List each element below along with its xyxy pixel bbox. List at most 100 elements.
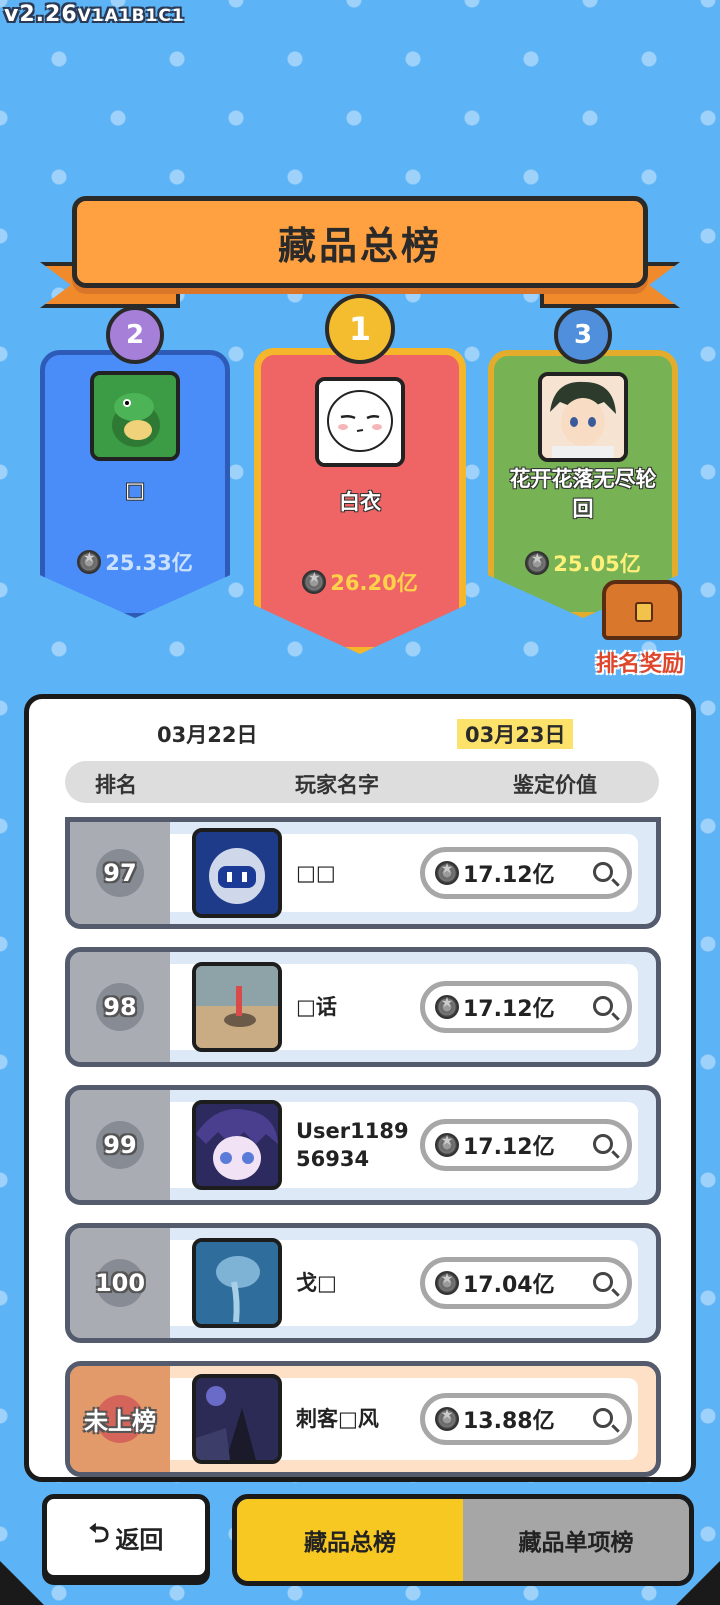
value-pill[interactable]: 17.04亿 xyxy=(420,1257,632,1309)
page-title: 藏品总榜 xyxy=(277,223,442,268)
coin-icon xyxy=(435,1407,459,1431)
coin-icon xyxy=(77,550,102,574)
ranking-list[interactable]: 97 □□ 17.12亿 98 xyxy=(65,817,661,1477)
tab-single-board[interactable]: 藏品单项榜 xyxy=(463,1499,689,1581)
rank-two-medal-icon: 2 xyxy=(106,306,164,364)
rank-reward-button[interactable]: 排名奖励 xyxy=(596,646,684,678)
value-amount: 17.12亿 xyxy=(463,1135,555,1160)
rank-number: 99 xyxy=(103,1131,137,1159)
coin-icon xyxy=(435,861,459,885)
rank-three-medal-icon: 3 xyxy=(554,306,612,364)
rank-cell: 99 xyxy=(70,1090,170,1200)
coin-icon xyxy=(525,551,550,575)
rank-number: 98 xyxy=(103,993,137,1021)
rank-cell: 98 xyxy=(70,952,170,1062)
search-icon[interactable] xyxy=(593,996,613,1016)
podium-name-third: 花开花落无尽轮回 xyxy=(509,467,657,521)
podium-value-second: 25.33亿 xyxy=(45,547,225,577)
dino-avatar-image xyxy=(94,375,176,457)
leaderboard-panel: 03月22日 03月23日 排名 玩家名字 鉴定价值 97 □□ 17.12亿 xyxy=(24,694,696,1482)
table-row[interactable]: 97 □□ 17.12亿 xyxy=(65,817,661,929)
version-label: v2.26V1A1B1C1 xyxy=(4,2,185,27)
podium-value-text: 26.20亿 xyxy=(330,571,418,595)
player-avatar[interactable] xyxy=(192,962,282,1052)
version-main: v2.26 xyxy=(4,2,78,27)
value-amount: 17.12亿 xyxy=(463,863,555,888)
my-avatar[interactable] xyxy=(192,1374,282,1464)
medal-number: 3 xyxy=(573,320,593,350)
coin-icon xyxy=(435,995,459,1019)
dark-avatar-image xyxy=(196,1378,278,1460)
table-row[interactable]: 100 戈□ 17.04亿 xyxy=(65,1223,661,1343)
header-rank: 排名 xyxy=(95,773,137,797)
table-row[interactable]: 98 □话 17.12亿 xyxy=(65,947,661,1067)
podium-first[interactable]: 白衣 26.20亿 xyxy=(254,348,466,654)
boy-avatar-image xyxy=(542,376,624,458)
player-avatar[interactable] xyxy=(192,828,282,918)
medal-number: 2 xyxy=(125,320,145,350)
podium-value-text: 25.33亿 xyxy=(105,551,193,575)
value-amount: 17.12亿 xyxy=(463,997,555,1022)
podium-name-first: 白衣 xyxy=(339,490,381,514)
face-avatar-image xyxy=(319,381,401,463)
value-amount: 13.88亿 xyxy=(463,1409,555,1434)
podium-name-second: □ xyxy=(125,478,145,502)
anime-avatar-image xyxy=(196,1104,278,1186)
beach-avatar-image xyxy=(196,966,278,1048)
date-tab-prev[interactable]: 03月22日 xyxy=(149,719,265,749)
header-name: 玩家名字 xyxy=(295,773,379,797)
value-amount: 17.04亿 xyxy=(463,1273,555,1298)
player-avatar[interactable] xyxy=(192,1100,282,1190)
version-sub: V1A1B1C1 xyxy=(77,6,185,26)
tab-total-board[interactable]: 藏品总榜 xyxy=(237,1499,463,1581)
medal-number: 1 xyxy=(348,310,372,348)
column-headers: 排名 玩家名字 鉴定价值 xyxy=(65,761,659,803)
player-name: 刺客□风 xyxy=(296,1407,379,1431)
back-label: 返回 xyxy=(115,1525,164,1554)
player-name: User118956934 xyxy=(296,1119,409,1171)
header-value: 鉴定价值 xyxy=(513,773,597,797)
podium-value-first: 26.20亿 xyxy=(261,567,459,597)
avatar-first xyxy=(315,377,405,467)
podium-third[interactable]: 花开花落无尽轮回 25.05亿 xyxy=(488,350,678,618)
back-button[interactable]: ⮌ 返回 xyxy=(42,1494,210,1580)
table-row[interactable]: 99 User118956934 17.12亿 xyxy=(65,1085,661,1205)
my-rank-status: 未上榜 xyxy=(84,1407,156,1436)
title-banner: 藏品总榜 xyxy=(72,196,648,288)
treasure-chest-icon[interactable] xyxy=(602,580,682,640)
rank-cell: 未上榜 xyxy=(70,1366,170,1472)
podium-value-third: 25.05亿 xyxy=(494,548,672,578)
rank-number: 100 xyxy=(94,1269,146,1297)
corner-decoration xyxy=(0,1561,44,1605)
coin-icon xyxy=(435,1271,459,1295)
podium-second[interactable]: □ 25.33亿 xyxy=(40,350,230,618)
avatar-second xyxy=(90,371,180,461)
my-rank-row[interactable]: 未上榜 刺客□风 13.88亿 xyxy=(65,1361,661,1477)
rank-one-medal-icon: 1 xyxy=(325,294,395,364)
search-icon[interactable] xyxy=(593,1408,613,1428)
player-avatar[interactable] xyxy=(192,1238,282,1328)
value-pill[interactable]: 17.12亿 xyxy=(420,847,632,899)
player-name: □话 xyxy=(296,995,337,1019)
robot-avatar-image xyxy=(196,832,278,914)
board-tabs: 藏品总榜 藏品单项榜 xyxy=(232,1494,694,1586)
avatar-third xyxy=(538,372,628,462)
value-pill[interactable]: 17.12亿 xyxy=(420,981,632,1033)
ocean-avatar-image xyxy=(196,1242,278,1324)
rank-cell: 97 xyxy=(70,822,170,924)
value-pill[interactable]: 13.88亿 xyxy=(420,1393,632,1445)
coin-icon xyxy=(302,570,327,594)
search-icon[interactable] xyxy=(593,1272,613,1292)
rank-number: 97 xyxy=(103,859,137,887)
player-name: □□ xyxy=(296,861,336,885)
player-name: 戈□ xyxy=(296,1271,337,1295)
value-pill[interactable]: 17.12亿 xyxy=(420,1119,632,1171)
date-tab-current[interactable]: 03月23日 xyxy=(457,719,574,749)
search-icon[interactable] xyxy=(593,862,613,882)
rank-cell: 100 xyxy=(70,1228,170,1338)
back-arrow-icon: ⮌ xyxy=(88,1519,110,1549)
coin-icon xyxy=(435,1133,459,1157)
search-icon[interactable] xyxy=(593,1134,613,1154)
podium-value-text: 25.05亿 xyxy=(553,552,641,576)
date-selector: 03月22日 03月23日 xyxy=(29,719,691,749)
